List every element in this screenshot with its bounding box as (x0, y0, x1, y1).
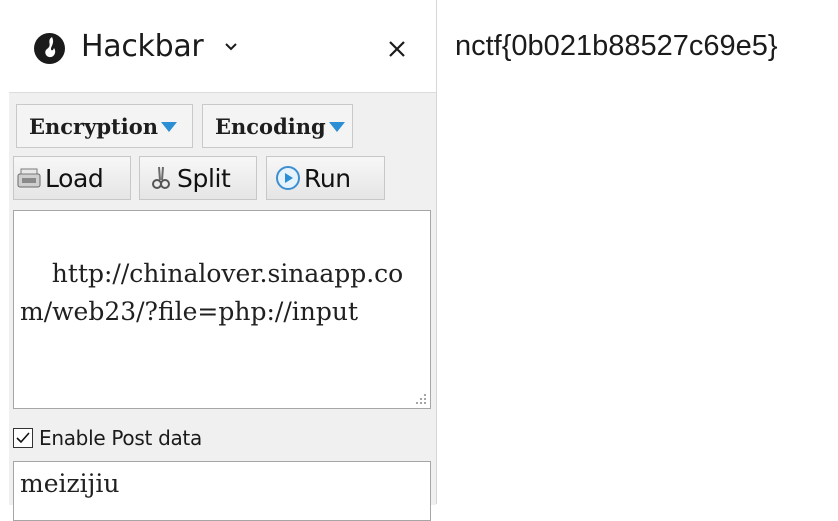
flame-icon (34, 33, 65, 64)
sidebar-title[interactable]: Hackbar (81, 29, 204, 64)
encoding-dropdown[interactable]: Encoding (202, 104, 353, 148)
page-content-text: nctf{0b021b88527c69e5} (455, 30, 778, 62)
run-button[interactable]: Run (266, 156, 385, 200)
post-data-text: meizijiu (20, 469, 120, 498)
scissors-icon (152, 166, 170, 189)
encryption-dropdown[interactable]: Encryption (16, 104, 193, 148)
enable-post-checkbox[interactable] (13, 428, 33, 448)
resize-grip-icon[interactable] (415, 393, 427, 405)
split-button[interactable]: Split (139, 156, 257, 200)
checkmark-icon (16, 432, 30, 444)
run-label: Run (304, 163, 351, 193)
enable-post-row: Enable Post data (13, 422, 202, 454)
load-icon (17, 168, 41, 188)
url-text: http://chinalover.sinaapp.com/web23/?fil… (20, 259, 404, 326)
encryption-label: Encryption (29, 113, 158, 139)
encoding-label: Encoding (215, 113, 326, 139)
enable-post-label: Enable Post data (39, 426, 202, 450)
play-icon (276, 166, 300, 190)
load-label: Load (45, 163, 104, 193)
hackbar-sidebar: Hackbar Encryption Encoding Load Split R… (0, 0, 436, 521)
dropdown-arrow-icon (160, 122, 177, 132)
close-icon[interactable] (383, 35, 411, 63)
load-button[interactable]: Load (13, 156, 131, 200)
post-data-textarea[interactable]: meizijiu (13, 461, 431, 521)
sidebar-header: Hackbar (0, 0, 436, 92)
url-textarea[interactable]: http://chinalover.sinaapp.com/web23/?fil… (13, 210, 431, 409)
chevron-down-icon[interactable] (224, 40, 238, 54)
dropdown-arrow-icon (328, 122, 345, 132)
sidebar-divider[interactable] (436, 0, 437, 504)
split-label: Split (177, 163, 231, 193)
